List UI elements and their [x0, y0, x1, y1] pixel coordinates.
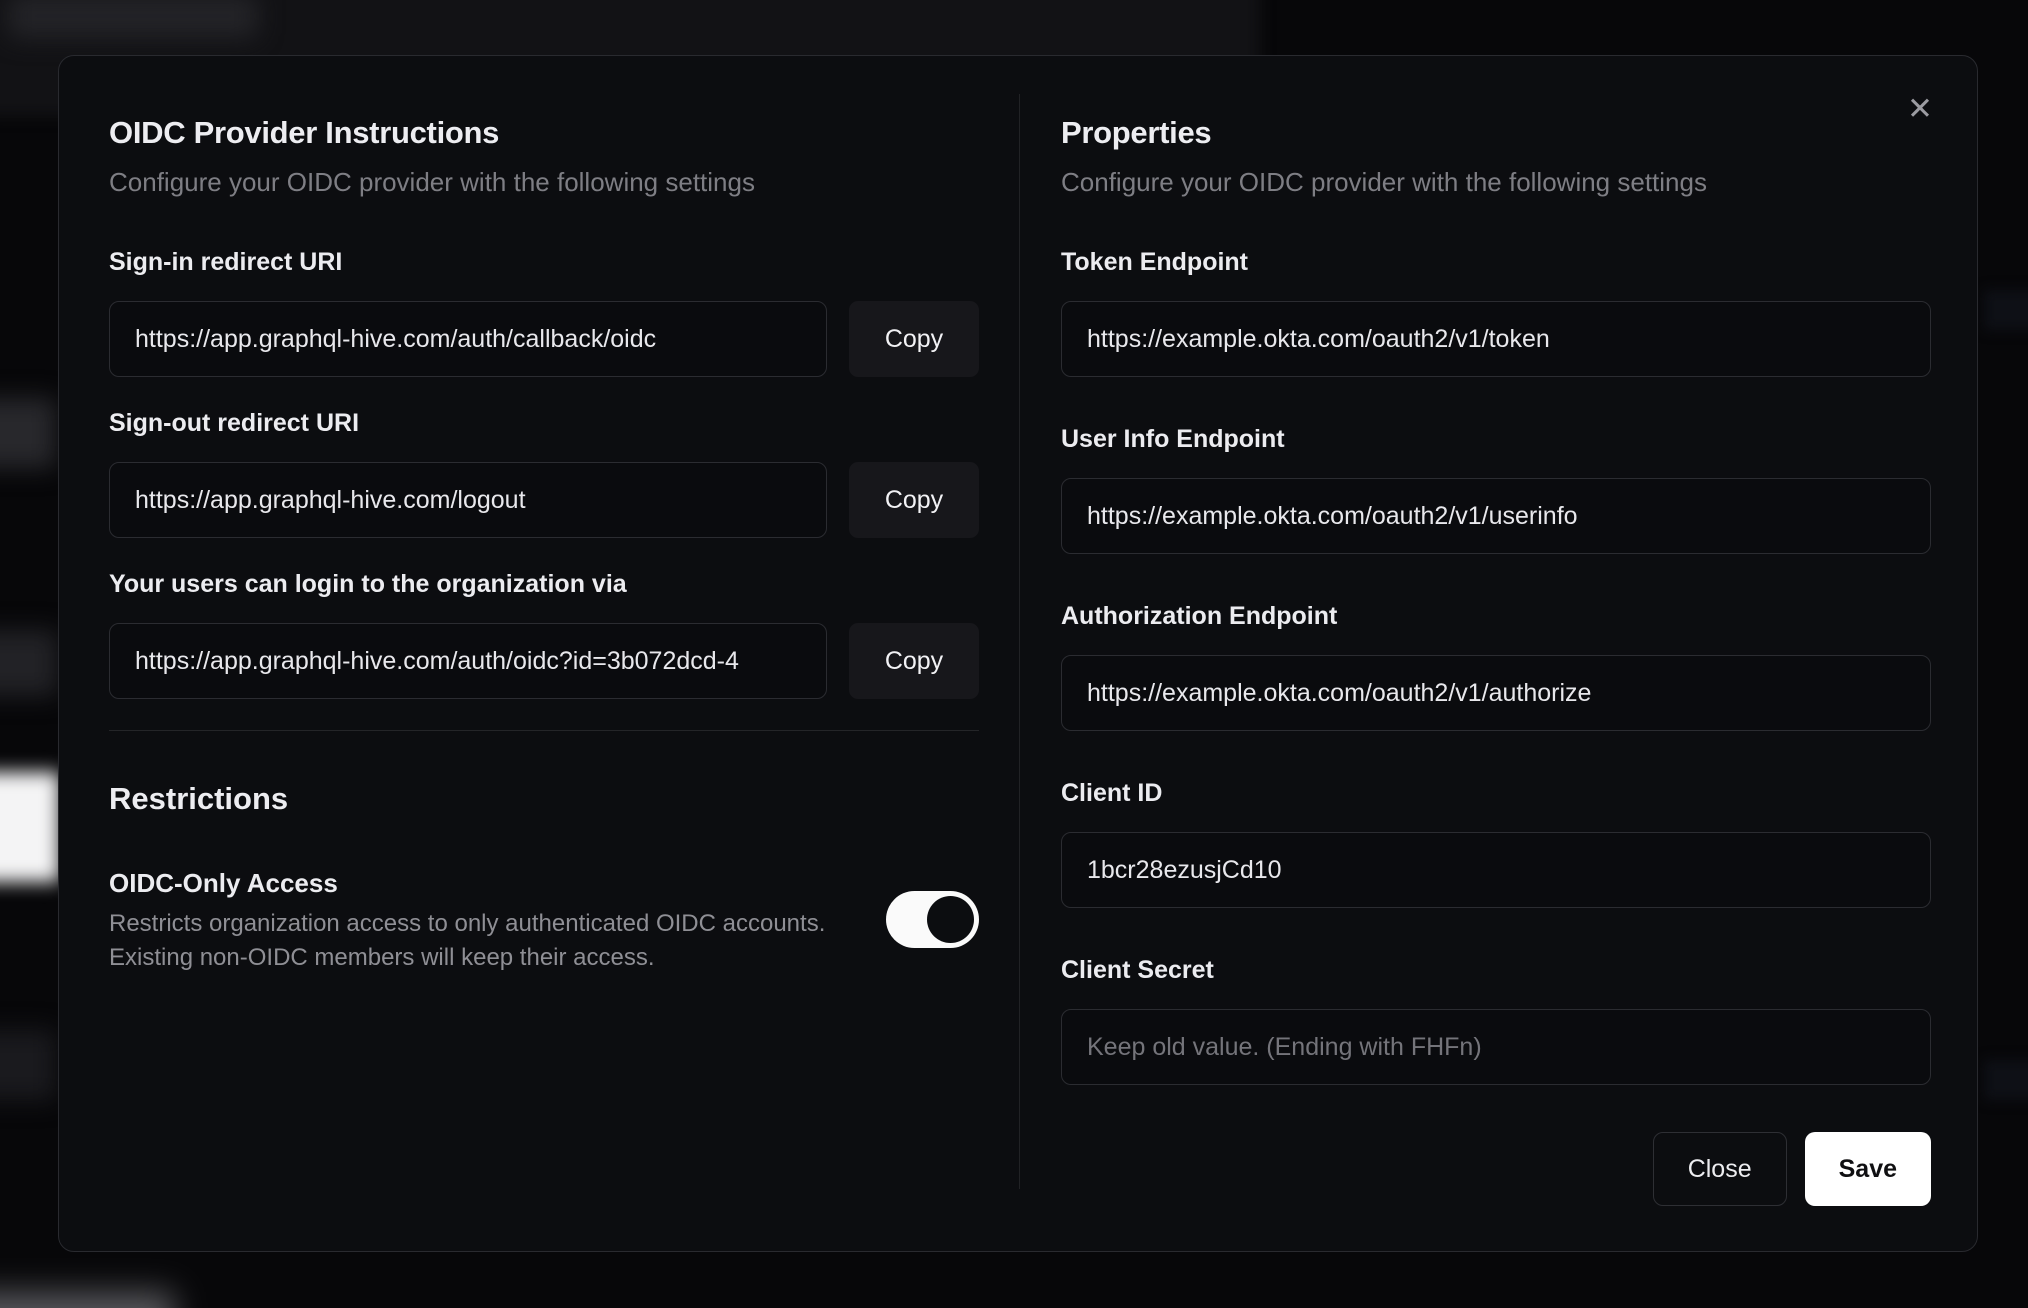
- restrictions-title: Restrictions: [109, 781, 289, 816]
- client-secret-field: Client Secret: [1061, 955, 1931, 1085]
- org-login-uri-label: Your users can login to the organization…: [109, 570, 627, 598]
- copy-sign-in-uri-button[interactable]: Copy: [849, 301, 979, 377]
- oidc-only-access-text: OIDC-Only Access Restricts organization …: [109, 867, 825, 975]
- client-id-field: Client ID: [1061, 778, 1931, 908]
- save-button[interactable]: Save: [1804, 1132, 1931, 1206]
- instructions-title: OIDC Provider Instructions: [109, 115, 500, 150]
- token-endpoint-label: Token Endpoint: [1061, 248, 1249, 276]
- authorization-endpoint-field: Authorization Endpoint: [1061, 601, 1931, 731]
- client-secret-label: Client Secret: [1061, 956, 1214, 984]
- background-band: [1984, 1060, 2028, 1100]
- section-divider: [109, 730, 979, 731]
- user-info-endpoint-label: User Info Endpoint: [1061, 425, 1285, 453]
- sign-in-redirect-uri-row: Copy: [109, 301, 979, 377]
- sign-in-redirect-uri-input[interactable]: [109, 301, 827, 377]
- client-secret-input[interactable]: [1061, 1009, 1931, 1085]
- sign-in-redirect-uri-label: Sign-in redirect URI: [109, 248, 343, 276]
- background-band: [1984, 290, 2028, 330]
- close-button[interactable]: Close: [1652, 1132, 1787, 1206]
- background-glow: [0, 1292, 174, 1308]
- token-endpoint-input[interactable]: [1061, 301, 1931, 377]
- properties-column: Properties Configure your OIDC provider …: [1061, 56, 1931, 1206]
- column-divider: [1019, 94, 1020, 1189]
- token-endpoint-field: Token Endpoint: [1061, 247, 1931, 377]
- properties-title: Properties: [1061, 115, 1212, 150]
- description-line-1: Restricts organization access to only au…: [109, 910, 826, 937]
- user-info-endpoint-field: User Info Endpoint: [1061, 424, 1931, 554]
- background-logo-blur: [8, 0, 258, 38]
- instructions-subtitle: Configure your OIDC provider with the fo…: [109, 167, 755, 197]
- background-content-blur: [0, 398, 56, 468]
- background-content-blur: [0, 630, 58, 696]
- user-info-endpoint-input[interactable]: [1061, 478, 1931, 554]
- authorization-endpoint-label: Authorization Endpoint: [1061, 602, 1338, 630]
- background-content-blur: [0, 1030, 56, 1100]
- org-login-uri-row: Copy: [109, 623, 979, 699]
- org-login-uri-input[interactable]: [109, 623, 827, 699]
- oidc-only-access-toggle[interactable]: [886, 891, 979, 948]
- oidc-only-access-description: Restricts organization access to only au…: [109, 907, 825, 975]
- background-button-blur: [0, 772, 60, 882]
- authorization-endpoint-input[interactable]: [1061, 655, 1931, 731]
- instructions-column: OIDC Provider Instructions Configure you…: [109, 56, 979, 975]
- toggle-knob-icon: [927, 896, 974, 943]
- client-id-label: Client ID: [1061, 779, 1163, 807]
- sign-out-redirect-uri-row: Copy: [109, 462, 979, 538]
- copy-org-login-uri-button[interactable]: Copy: [849, 623, 979, 699]
- oidc-only-access-label: OIDC-Only Access: [109, 868, 338, 898]
- sign-out-redirect-uri-input[interactable]: [109, 462, 827, 538]
- oidc-provider-dialog: ✕ OIDC Provider Instructions Configure y…: [58, 55, 1978, 1252]
- copy-sign-out-uri-button[interactable]: Copy: [849, 462, 979, 538]
- dialog-actions: Close Save: [1061, 1132, 1931, 1206]
- description-line-2: Existing non-OIDC members will keep thei…: [109, 944, 655, 971]
- properties-subtitle: Configure your OIDC provider with the fo…: [1061, 167, 1707, 197]
- oidc-only-access-row: OIDC-Only Access Restricts organization …: [109, 867, 979, 975]
- sign-out-redirect-uri-label: Sign-out redirect URI: [109, 409, 360, 437]
- client-id-input[interactable]: [1061, 832, 1931, 908]
